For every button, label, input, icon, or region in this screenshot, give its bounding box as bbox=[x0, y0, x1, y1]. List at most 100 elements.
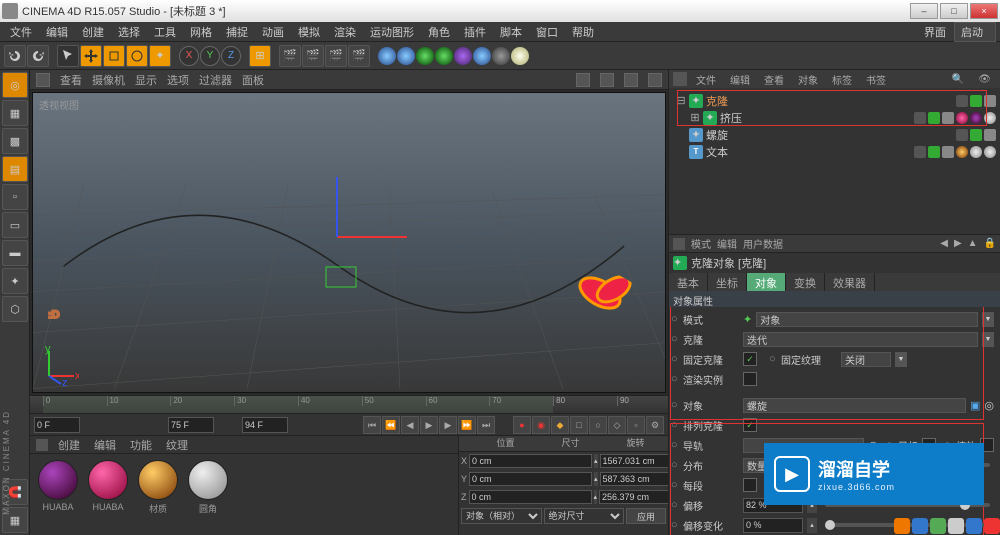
menu-select[interactable]: 选择 bbox=[112, 22, 146, 42]
menu-simulate[interactable]: 模拟 bbox=[292, 22, 326, 42]
vp-nav-4[interactable] bbox=[648, 73, 662, 87]
key-rot[interactable]: ○ bbox=[589, 416, 607, 434]
vp-nav-3[interactable] bbox=[624, 73, 638, 87]
timeline-ruler[interactable]: 0 10 20 30 40 50 60 70 80 90 bbox=[30, 396, 668, 414]
mat-tab-edit[interactable]: 编辑 bbox=[90, 436, 120, 454]
am-tab-mode[interactable]: 模式 bbox=[691, 236, 711, 251]
vp-nav-2[interactable] bbox=[600, 73, 614, 87]
picker-icon[interactable]: ◎ bbox=[984, 399, 994, 412]
am-menu-icon[interactable] bbox=[673, 238, 685, 250]
menu-plugins[interactable]: 插件 bbox=[458, 22, 492, 42]
object-tree[interactable]: ⊟✦克隆⊞✦挤压✦螺旋T文本 bbox=[669, 88, 1000, 234]
scale-tool[interactable] bbox=[103, 45, 125, 67]
close-button[interactable]: × bbox=[970, 3, 998, 19]
generator-array[interactable] bbox=[435, 47, 453, 65]
z-axis-lock[interactable]: Z bbox=[221, 46, 241, 66]
am-nav-back[interactable]: ◀ bbox=[940, 238, 948, 249]
y-axis-lock[interactable]: Y bbox=[200, 46, 220, 66]
key-opts[interactable]: ⚙ bbox=[646, 416, 664, 434]
prev-frame[interactable]: ◀ bbox=[401, 416, 419, 434]
maximize-button[interactable]: □ bbox=[940, 3, 968, 19]
vp-view[interactable]: 查看 bbox=[60, 72, 82, 88]
key-pos[interactable]: ◆ bbox=[551, 416, 569, 434]
render-pv[interactable]: 🎬 bbox=[325, 45, 347, 67]
menu-help[interactable]: 帮助 bbox=[566, 22, 600, 42]
menu-create[interactable]: 创建 bbox=[76, 22, 110, 42]
am-nav-up[interactable]: ▲ bbox=[968, 238, 978, 249]
undo-button[interactable] bbox=[4, 45, 26, 67]
next-frame[interactable]: ▶ bbox=[439, 416, 457, 434]
render-settings[interactable]: 🎬 bbox=[348, 45, 370, 67]
om-tab-bookmarks[interactable]: 书签 bbox=[861, 71, 891, 88]
perspective-viewport[interactable]: 透视视图 :D bbox=[32, 92, 666, 393]
menu-animate[interactable]: 动画 bbox=[256, 22, 290, 42]
om-search-icon[interactable]: 🔍 bbox=[947, 73, 969, 86]
environment[interactable] bbox=[473, 47, 491, 65]
object-link[interactable]: 螺旋 bbox=[743, 398, 966, 413]
om-tab-objects[interactable]: 对象 bbox=[793, 71, 823, 88]
fixclone-checkbox[interactable]: ✓ bbox=[743, 352, 757, 366]
coord-system[interactable]: ⊞ bbox=[249, 45, 271, 67]
fixtex-dropdown[interactable]: 关闭 bbox=[841, 352, 891, 367]
tweak-mode[interactable]: ⬡ bbox=[2, 296, 28, 322]
vp-display[interactable]: 显示 bbox=[135, 72, 157, 88]
vp-menu-icon[interactable] bbox=[36, 73, 50, 87]
am-tab-edit[interactable]: 编辑 bbox=[717, 236, 737, 251]
am-subtab-object[interactable]: 对象 bbox=[747, 273, 786, 291]
model-mode[interactable]: ▦ bbox=[2, 100, 28, 126]
primitive-cube[interactable] bbox=[378, 47, 396, 65]
vp-panel[interactable]: 面板 bbox=[242, 72, 264, 88]
rotate-tool[interactable] bbox=[126, 45, 148, 67]
tree-row[interactable]: T文本 bbox=[673, 143, 996, 160]
camera[interactable] bbox=[492, 47, 510, 65]
am-tab-userdata[interactable]: 用户数据 bbox=[743, 236, 783, 251]
redo-button[interactable] bbox=[27, 45, 49, 67]
key-scale[interactable]: □ bbox=[570, 416, 588, 434]
vp-options[interactable]: 选项 bbox=[167, 72, 189, 88]
render-region[interactable]: 🎬 bbox=[302, 45, 324, 67]
next-key[interactable]: ⏩ bbox=[458, 416, 476, 434]
mat-tab-create[interactable]: 创建 bbox=[54, 436, 84, 454]
timeline-current[interactable]: 94 F bbox=[242, 417, 288, 433]
am-subtab-effectors[interactable]: 效果器 bbox=[825, 273, 875, 291]
vp-camera[interactable]: 摄像机 bbox=[92, 72, 125, 88]
mat-menu-icon[interactable] bbox=[36, 439, 48, 451]
tree-row[interactable]: ✦螺旋 bbox=[673, 126, 996, 143]
menu-window[interactable]: 窗口 bbox=[530, 22, 564, 42]
timeline-end[interactable]: 75 F bbox=[168, 417, 214, 433]
pos-Z[interactable] bbox=[469, 490, 592, 504]
tree-row[interactable]: ⊞✦挤压 bbox=[673, 109, 996, 126]
make-editable[interactable]: ◎ bbox=[2, 72, 28, 98]
key-param[interactable]: ◇ bbox=[608, 416, 626, 434]
am-nav-fwd[interactable]: ▶ bbox=[954, 238, 962, 249]
timeline-range[interactable] bbox=[43, 396, 553, 413]
offvar-field[interactable] bbox=[743, 518, 803, 533]
minimize-button[interactable]: – bbox=[910, 3, 938, 19]
menu-snap[interactable]: 捕捉 bbox=[220, 22, 254, 42]
polygon-mode[interactable]: ▬ bbox=[2, 240, 28, 266]
layout-dropdown[interactable]: 启动 bbox=[954, 22, 996, 42]
edge-mode[interactable]: ▭ bbox=[2, 212, 28, 238]
align-checkbox[interactable]: ✓ bbox=[743, 418, 757, 432]
move-tool[interactable] bbox=[80, 45, 102, 67]
om-tab-file[interactable]: 文件 bbox=[691, 71, 721, 88]
mode-dropdown[interactable]: 对象 bbox=[756, 312, 978, 327]
menu-edit[interactable]: 编辑 bbox=[40, 22, 74, 42]
deformer[interactable] bbox=[454, 47, 472, 65]
coord-mode2[interactable]: 绝对尺寸 bbox=[544, 508, 625, 524]
am-lock-icon[interactable]: 🔒 bbox=[984, 238, 996, 249]
coord-mode1[interactable]: 对象（相对） bbox=[461, 508, 542, 524]
am-subtab-transform[interactable]: 变换 bbox=[786, 273, 825, 291]
light[interactable] bbox=[511, 47, 529, 65]
x-axis-lock[interactable]: X bbox=[179, 46, 199, 66]
link-icon[interactable]: ▣ bbox=[970, 399, 980, 412]
menu-render[interactable]: 渲染 bbox=[328, 22, 362, 42]
am-subtab-basic[interactable]: 基本 bbox=[669, 273, 708, 291]
mat-tab-function[interactable]: 功能 bbox=[126, 436, 156, 454]
material-item[interactable]: HUABA bbox=[86, 460, 130, 512]
om-tab-edit[interactable]: 编辑 bbox=[725, 71, 755, 88]
om-tab-tags[interactable]: 标签 bbox=[827, 71, 857, 88]
axis-mode[interactable]: ✦ bbox=[2, 268, 28, 294]
record-key[interactable]: ● bbox=[513, 416, 531, 434]
om-filter-icon[interactable]: 👁 bbox=[973, 73, 996, 86]
